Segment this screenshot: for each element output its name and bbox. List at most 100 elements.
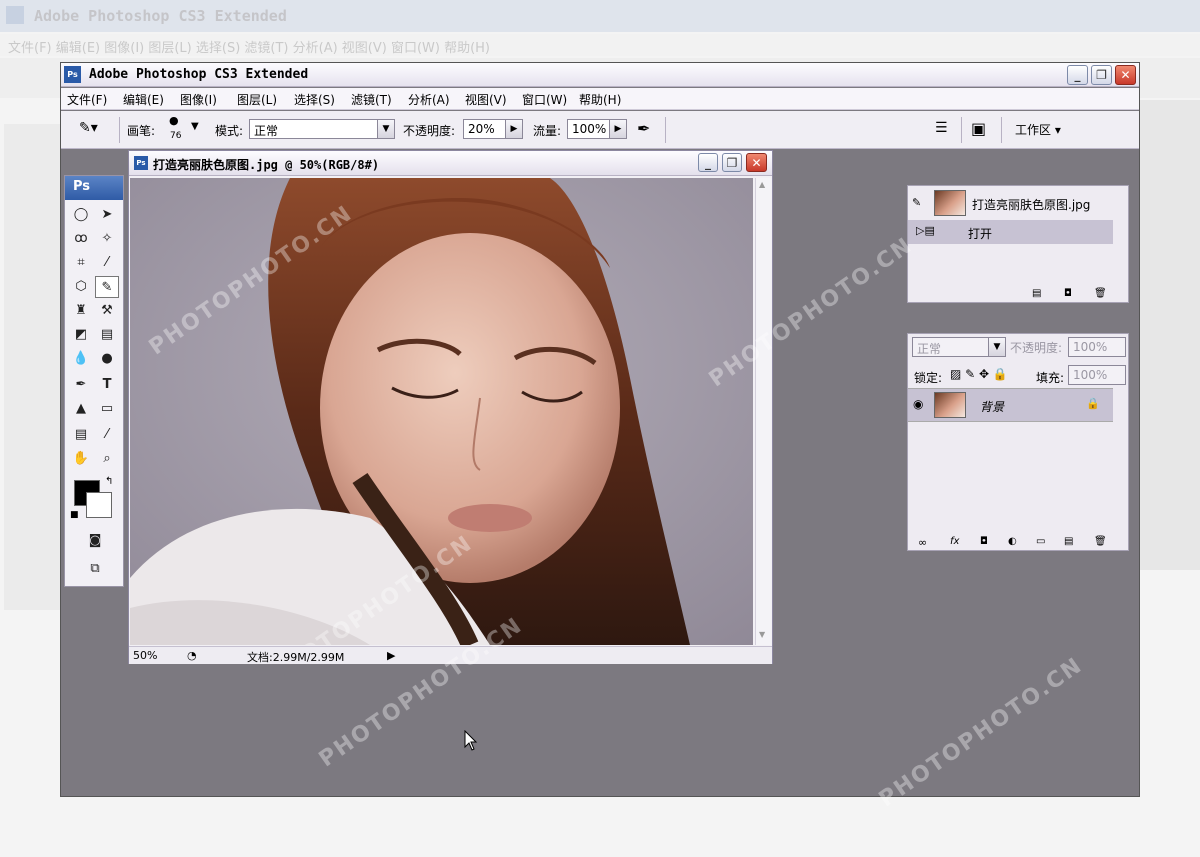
scroll-down-icon[interactable]: ▼ — [759, 630, 765, 639]
layer-style-icon[interactable]: fx — [950, 536, 959, 547]
delete-layer-icon[interactable]: 🗑 — [1094, 536, 1107, 547]
palette-well-icon[interactable]: ☰ — [935, 120, 948, 136]
dodge-tool-icon[interactable]: ● — [95, 348, 119, 370]
move-tool-icon[interactable]: ➤ — [95, 204, 119, 226]
flow-label: 流量: — [533, 124, 562, 138]
opacity-value: 20% — [468, 122, 495, 136]
blend-mode-select[interactable]: 正常 ▼ — [912, 337, 1006, 357]
layer-opacity-input[interactable]: 100% — [1068, 337, 1126, 357]
screen-mode-icon[interactable]: ⧉ — [83, 558, 107, 580]
brush-tool-preset-icon[interactable]: ✎▾ — [79, 120, 98, 136]
maximize-button[interactable]: ❐ — [1091, 65, 1112, 85]
slice-tool-icon[interactable]: ⁄ — [95, 252, 119, 274]
mode-value: 正常 — [254, 124, 279, 138]
document-titlebar: Ps 打造亮丽肤色原图.jpg @ 50%(RGB/8#) _ ❐ ✕ — [129, 151, 772, 176]
layers-panel: 正常 ▼ 不透明度: 100% 锁定: ▨ ✎ ✥ 🔒 填充: 100% ◉ 背… — [907, 333, 1129, 551]
toolbox-header[interactable]: Ps — [65, 176, 123, 200]
brush-dropdown-icon[interactable]: ▼ — [191, 121, 199, 132]
brush-dot-icon[interactable]: ● — [169, 114, 179, 127]
fill-input[interactable]: 100% — [1068, 365, 1126, 385]
hand-tool-icon[interactable]: ✋ — [69, 448, 93, 470]
bridge-icon[interactable]: ▣ — [971, 119, 986, 138]
new-document-from-state-icon[interactable]: ▤ — [1032, 288, 1041, 299]
magic-wand-tool-icon[interactable]: ✧ — [95, 228, 119, 250]
blur-tool-icon[interactable]: 💧 — [69, 348, 93, 370]
layer-row[interactable]: ◉ 背景 🔒 — [908, 388, 1113, 422]
background-menu-text: 文件(F) 编辑(E) 图像(I) 图层(L) 选择(S) 滤镜(T) 分析(A… — [8, 41, 491, 56]
healing-tool-icon[interactable]: ⬡ — [69, 276, 93, 298]
scroll-up-icon[interactable]: ▲ — [759, 180, 765, 189]
menu-help[interactable]: 帮助(H) — [579, 91, 621, 108]
new-snapshot-icon[interactable]: ◘ — [1064, 288, 1072, 299]
default-colors-icon[interactable]: ■ — [70, 510, 79, 520]
menu-window[interactable]: 窗口(W) — [522, 91, 567, 108]
toolbox: Ps ◯ ➤ ꝏ ✧ ⌗ ⁄ ⬡ ✎ ♜ ⚒ ◩ ▤ 💧 ● ✒ T ▲ ▭ ▤… — [64, 175, 124, 587]
swap-colors-icon[interactable]: ↰ — [105, 476, 113, 487]
document-close-button[interactable]: ✕ — [746, 153, 767, 172]
status-menu-arrow-icon[interactable]: ▶ — [387, 649, 395, 662]
lock-icons[interactable]: ▨ ✎ ✥ 🔒 — [950, 367, 1008, 381]
flow-input[interactable]: 100% ▶ — [567, 119, 627, 139]
menubar: 文件(F) 编辑(E) 图像(I) 图层(L) 选择(S) 滤镜(T) 分析(A… — [61, 88, 1139, 110]
notes-tool-icon[interactable]: ▤ — [69, 424, 93, 446]
lasso-tool-icon[interactable]: ꝏ — [69, 228, 93, 250]
path-select-tool-icon[interactable]: ▲ — [69, 398, 93, 420]
eraser-tool-icon[interactable]: ◩ — [69, 324, 93, 346]
new-group-icon[interactable]: ▭ — [1036, 536, 1045, 547]
history-brush-source-icon[interactable]: ✎ — [912, 196, 921, 209]
mode-select[interactable]: 正常 ▼ — [249, 119, 395, 139]
zoom-tool-small-icon[interactable]: ◔ — [187, 649, 197, 662]
image-canvas[interactable]: PHOTOPHOTO.CN PHOTOPHOTO.CN — [130, 178, 753, 645]
workspace-menu[interactable]: 工作区 ▾ — [1015, 121, 1061, 138]
stamp-tool-icon[interactable]: ♜ — [69, 300, 93, 322]
vertical-scrollbar[interactable]: ▲ ▼ — [755, 178, 771, 645]
document-icon: Ps — [134, 156, 148, 170]
gradient-tool-icon[interactable]: ▤ — [95, 324, 119, 346]
eyedropper-tool-icon[interactable]: ⁄ — [95, 424, 119, 446]
history-step[interactable]: ▷▤ 打开 — [908, 220, 1113, 244]
document-statusbar: 50% ◔ 文档:2.99M/2.99M ▶ — [129, 646, 772, 664]
document-minimize-button[interactable]: _ — [698, 153, 718, 172]
blend-mode-value: 正常 — [917, 342, 942, 356]
menu-edit[interactable]: 编辑(E) — [123, 91, 164, 108]
marquee-tool-icon[interactable]: ◯ — [69, 204, 93, 226]
pen-tool-icon[interactable]: ✒ — [69, 374, 93, 396]
background-color-swatch[interactable] — [86, 492, 112, 518]
new-layer-icon[interactable]: ▤ — [1064, 536, 1073, 547]
zoom-tool-icon[interactable]: ⌕ — [95, 448, 119, 470]
menu-layer[interactable]: 图层(L) — [237, 91, 277, 108]
menu-analysis[interactable]: 分析(A) — [408, 91, 450, 108]
layer-mask-icon[interactable]: ◘ — [980, 536, 988, 547]
zoom-level[interactable]: 50% — [133, 649, 157, 662]
flow-value: 100% — [572, 122, 607, 136]
opacity-slider-arrow-icon[interactable]: ▶ — [505, 120, 522, 138]
menu-select[interactable]: 选择(S) — [294, 91, 335, 108]
history-step-name: 打开 — [968, 227, 993, 241]
shape-tool-icon[interactable]: ▭ — [95, 398, 119, 420]
type-tool-icon[interactable]: T — [95, 374, 119, 396]
menu-filter[interactable]: 滤镜(T) — [351, 91, 392, 108]
menu-file[interactable]: 文件(F) — [67, 91, 107, 108]
airbrush-icon[interactable]: ✒ — [637, 119, 650, 138]
history-brush-tool-icon[interactable]: ⚒ — [95, 300, 119, 322]
link-layers-icon[interactable]: ∞ — [918, 536, 927, 549]
menu-view[interactable]: 视图(V) — [465, 91, 507, 108]
close-button[interactable]: ✕ — [1115, 65, 1136, 85]
opacity-input[interactable]: 20% ▶ — [463, 119, 523, 139]
menu-image[interactable]: 图像(I) — [180, 91, 217, 108]
minimize-button[interactable]: _ — [1067, 65, 1088, 85]
crop-tool-icon[interactable]: ⌗ — [69, 252, 93, 274]
adjustment-layer-icon[interactable]: ◐ — [1008, 536, 1017, 547]
document-maximize-button[interactable]: ❐ — [722, 153, 742, 172]
flow-slider-arrow-icon[interactable]: ▶ — [609, 120, 626, 138]
fill-value: 100% — [1073, 368, 1108, 382]
chevron-down-icon: ▼ — [988, 338, 1005, 356]
brush-size: 76 — [170, 131, 182, 141]
eye-icon[interactable]: ◉ — [913, 397, 923, 411]
brush-tool-icon[interactable]: ✎ — [95, 276, 119, 298]
lock-icon: 🔒 — [1086, 397, 1100, 410]
options-bar: ✎▾ 画笔: ● 76 ▼ 模式: 正常 ▼ 不透明度: 20% ▶ 流量: 1… — [61, 111, 1139, 149]
trash-icon[interactable]: 🗑 — [1094, 288, 1107, 299]
quick-mask-icon[interactable]: ◙ — [83, 530, 107, 552]
history-snapshot[interactable]: ✎ 打造亮丽肤色原图.jpg — [908, 188, 1113, 218]
